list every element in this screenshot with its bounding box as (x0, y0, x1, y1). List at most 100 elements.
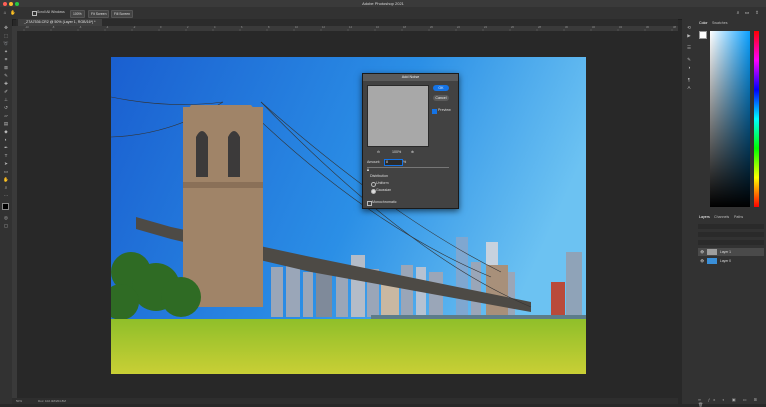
healing-brush-tool-icon[interactable]: ✚ (3, 81, 9, 86)
ruler-label: -6 (79, 26, 82, 29)
preview-checkbox[interactable] (432, 109, 437, 114)
amount-unit: % (403, 160, 407, 164)
zoom-100-button[interactable]: 100% (70, 9, 85, 18)
tab-swatches[interactable]: Swatches (712, 21, 728, 25)
amount-input[interactable]: 8 (384, 159, 403, 166)
more-tools-icon[interactable]: ⋯ (3, 193, 9, 198)
shape-tool-icon[interactable]: ▭ (3, 169, 9, 174)
eyedropper-tool-icon[interactable]: ✎ (3, 73, 9, 78)
pen-tool-icon[interactable]: ✒ (3, 145, 9, 150)
right-panels: Color Swatches Layers Channels Paths 👁 L… (696, 19, 766, 407)
noise-preview-window[interactable] (367, 85, 429, 147)
fill-screen-button[interactable]: Fill Screen (111, 9, 134, 18)
search-icon[interactable]: ⌕ (735, 10, 741, 15)
color-field[interactable] (710, 31, 750, 207)
layer-row[interactable]: 👁 Layer 1 (698, 248, 764, 256)
scroll-all-windows-label: Scroll All Windows (37, 10, 65, 14)
ruler-label: 10 (295, 26, 298, 29)
type-tool-icon[interactable]: T (3, 153, 9, 158)
layer-name: Layer 0 (720, 259, 731, 263)
eraser-tool-icon[interactable]: ▱ (3, 113, 9, 118)
preview-zoom-level: 100% (392, 150, 402, 154)
amount-slider-handle[interactable] (367, 168, 369, 171)
paragraph-panel-icon[interactable]: ¶ (686, 77, 692, 82)
ruler-label: 0 (160, 26, 162, 29)
status-doc-size: Doc: 102.4M/204.8M (38, 399, 66, 403)
share-icon[interactable]: ⇪ (754, 10, 760, 15)
app-title: Adobe Photoshop 2021 (362, 1, 404, 6)
character-panel-icon[interactable]: A (686, 85, 692, 90)
home-icon[interactable]: ⌂ (2, 10, 8, 15)
screen-mode-icon[interactable]: ▢ (3, 223, 9, 228)
brush-tool-icon[interactable]: ✐ (3, 89, 9, 94)
ok-button[interactable]: OK (433, 85, 449, 91)
lasso-tool-icon[interactable]: ➰ (3, 41, 9, 46)
magic-wand-tool-icon[interactable]: ✦ (3, 49, 9, 54)
close-window-button[interactable] (3, 1, 7, 6)
move-tool-icon[interactable]: ✥ (3, 25, 9, 30)
tab-paths[interactable]: Paths (734, 215, 743, 219)
layer-filter-bar[interactable] (698, 224, 764, 229)
document-tab[interactable]: _Z7A7536.CR2 @ 50% (Layer 1, RGB/16*) * (18, 19, 102, 26)
clone-stamp-tool-icon[interactable]: ⊥ (3, 97, 9, 102)
fit-screen-button[interactable]: Fit Screen (88, 9, 110, 18)
layer-thumbnail (707, 258, 717, 264)
ruler-label: 38 (673, 26, 676, 29)
ruler-label: 20 (430, 26, 433, 29)
cancel-button[interactable]: Cancel (433, 95, 449, 101)
ruler-label: -2 (133, 26, 136, 29)
layers-footer-icons[interactable]: ∞ ƒx ◐ ▣ ▭ ⊞ 🗑 (698, 397, 764, 407)
frame-tool-icon[interactable]: ⊠ (3, 65, 9, 70)
zoom-in-icon[interactable]: ⊕ (411, 150, 414, 154)
ruler-label: -4 (106, 26, 109, 29)
ruler-label: 4 (214, 26, 216, 29)
add-noise-dialog: Add Noise OK Cancel Preview ⊖ 100% ⊕ Amo… (362, 73, 459, 209)
dodge-tool-icon[interactable]: ◐ (3, 137, 9, 142)
hand-tool-icon[interactable]: ✋ (10, 10, 16, 15)
crop-tool-icon[interactable]: ⌗ (3, 57, 9, 62)
gradient-tool-icon[interactable]: ▤ (3, 121, 9, 126)
blur-tool-icon[interactable]: ◆ (3, 129, 9, 134)
layer-thumbnail (707, 249, 717, 255)
uniform-label: Uniform (376, 181, 389, 185)
path-selection-tool-icon[interactable]: ➤ (3, 161, 9, 166)
foreground-color-swatch[interactable] (2, 203, 9, 210)
eye-icon[interactable]: 👁 (700, 248, 704, 256)
brushes-panel-icon[interactable]: ✎ (686, 57, 692, 62)
amount-slider-track[interactable] (367, 167, 449, 168)
tab-channels[interactable]: Channels (714, 215, 729, 219)
marquee-tool-icon[interactable]: ⬚ (3, 33, 9, 38)
photo-brooklyn-bridge (111, 57, 586, 374)
canvas-area[interactable] (17, 31, 678, 398)
history-brush-tool-icon[interactable]: ↺ (3, 105, 9, 110)
foreground-color-chip[interactable] (699, 31, 707, 39)
ruler-label: 30 (565, 26, 568, 29)
tab-layers[interactable]: Layers (699, 215, 710, 219)
ruler-label: 34 (619, 26, 622, 29)
monochromatic-label: Monochromatic (372, 200, 397, 204)
zoom-window-button[interactable] (15, 1, 19, 6)
lock-bar[interactable] (698, 240, 764, 245)
zoom-out-icon[interactable]: ⊖ (377, 150, 380, 154)
history-panel-icon[interactable]: ⟲ (686, 25, 692, 30)
tab-color[interactable]: Color (699, 21, 708, 25)
quick-mask-icon[interactable]: ◎ (3, 215, 9, 220)
adjustments-panel-icon[interactable]: ◑ (686, 65, 692, 70)
hand-tool-icon[interactable]: ✋ (3, 177, 9, 182)
status-bar: 50% Doc: 102.4M/204.8M (12, 398, 678, 404)
ruler-label: 18 (403, 26, 406, 29)
workspace-icon[interactable]: ▭ (744, 10, 750, 15)
blend-mode-bar[interactable] (698, 232, 764, 237)
ruler-label: 24 (484, 26, 487, 29)
ruler-label: 8 (268, 26, 270, 29)
actions-panel-icon[interactable]: ▶ (686, 33, 692, 38)
document-tab-bar: _Z7A7536.CR2 @ 50% (Layer 1, RGB/16*) * (16, 19, 678, 26)
zoom-tool-icon[interactable]: ⌕ (3, 185, 9, 190)
eye-icon[interactable]: 👁 (700, 257, 704, 265)
ruler-label: 16 (376, 26, 379, 29)
layer-row[interactable]: 👁 Layer 0 (698, 257, 764, 265)
minimize-window-button[interactable] (9, 1, 13, 6)
ruler-label: -10 (25, 26, 29, 29)
properties-panel-icon[interactable]: ☰ (686, 45, 692, 50)
hue-slider[interactable] (754, 31, 759, 207)
